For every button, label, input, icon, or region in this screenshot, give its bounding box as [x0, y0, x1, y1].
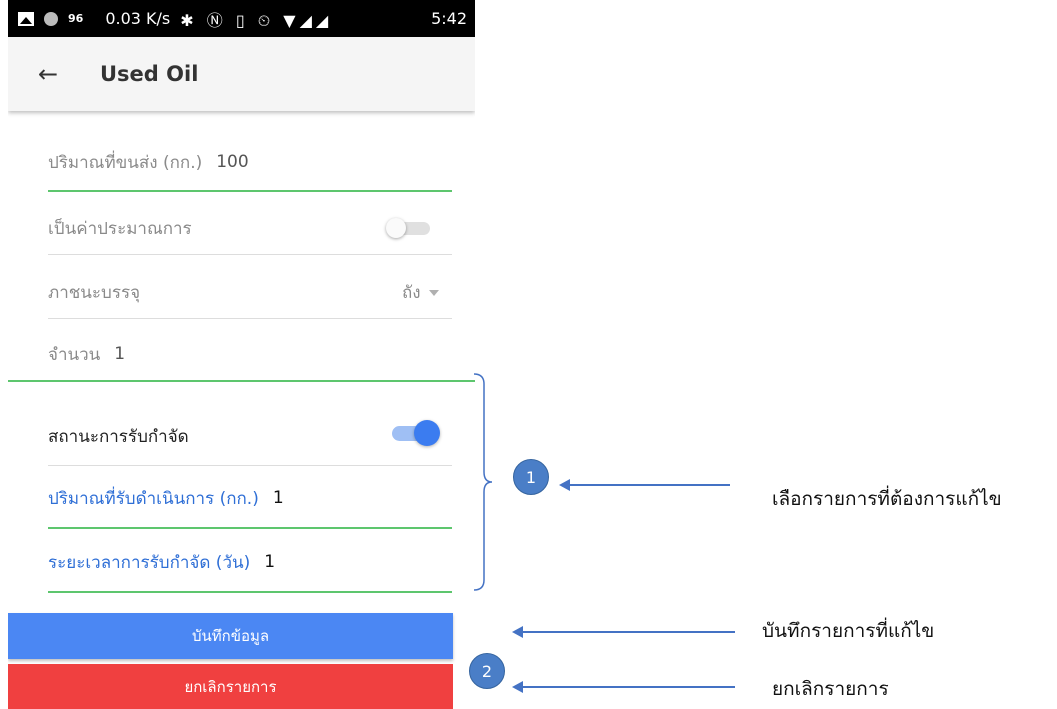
disposal-duration-field[interactable]: ระยะเวลาการรับกำจัด (วัน) 1 [48, 548, 452, 576]
transport-quantity-value[interactable]: 100 [216, 152, 248, 172]
count-label: จำนวน [48, 344, 101, 365]
disposal-status-toggle[interactable] [390, 420, 440, 446]
annotation-cancel-note: ยกเลิกรายการ [772, 678, 889, 700]
app-bar: ← Used Oil [8, 37, 475, 111]
row-divider [48, 318, 452, 319]
disposal-duration-label: ระยะเวลาการรับกำจัด (วัน) [48, 552, 251, 573]
annotation-marker-2: 2 [469, 653, 505, 689]
status-bar: 96 0.03 K/s ✱ Ⓝ ▯ ⏲ ▼◢◢ 5:42 [8, 0, 475, 37]
field-underline [48, 527, 452, 529]
field-underline [48, 190, 452, 192]
transport-quantity-field[interactable]: ปริมาณที่ขนส่ง (กก.) 100 [48, 148, 452, 176]
received-quantity-label: ปริมาณที่รับดำเนินการ (กก.) [48, 488, 259, 509]
dropdown-caret-icon [428, 289, 439, 296]
image-notification-icon [18, 11, 34, 26]
container-selected-value: ถัง [402, 283, 421, 303]
received-quantity-field[interactable]: ปริมาณที่รับดำเนินการ (กก.) 1 [48, 484, 452, 512]
container-row: ภาชนะบรรจุ [48, 278, 452, 306]
annotation-arrow-save [512, 626, 735, 638]
clock: 5:42 [431, 9, 467, 28]
disposal-duration-value[interactable]: 1 [264, 552, 275, 572]
row-divider [48, 465, 452, 466]
received-quantity-value[interactable]: 1 [273, 488, 284, 508]
system-status-icons: ✱ Ⓝ ▯ ⏲ ▼◢◢ [180, 10, 333, 30]
page-title: Used Oil [100, 62, 199, 86]
annotation-select-item-note: เลือกรายการที่ต้องการแก้ไข [772, 488, 1002, 510]
toggle-knob [414, 420, 440, 446]
estimate-label: เป็นค่าประมาณการ [48, 218, 192, 239]
estimate-toggle[interactable] [386, 218, 434, 238]
row-divider [48, 254, 452, 255]
app-notification-icon [44, 11, 58, 26]
section-separator [8, 380, 475, 382]
save-button[interactable]: บันทึกข้อมูล [8, 613, 453, 659]
container-select[interactable]: ถัง [402, 279, 439, 306]
toggle-knob [386, 218, 406, 238]
phone-screen: 96 0.03 K/s ✱ Ⓝ ▯ ⏲ ▼◢◢ 5:42 ← Used Oil … [8, 0, 475, 709]
annotation-bracket [473, 373, 492, 591]
network-speed: 0.03 K/s [105, 9, 171, 28]
field-underline [48, 591, 452, 593]
notification-count: 96 [68, 12, 84, 25]
annotation-arrow-cancel [512, 681, 735, 693]
transport-quantity-label: ปริมาณที่ขนส่ง (กก.) [48, 152, 203, 173]
disposal-status-label: สถานะการรับกำจัด [48, 426, 189, 447]
container-label: ภาชนะบรรจุ [48, 282, 141, 303]
annotation-marker-1: 1 [513, 459, 549, 495]
annotation-arrow-1 [559, 479, 730, 491]
count-field[interactable]: จำนวน 1 [48, 340, 452, 368]
annotation-save-note: บันทึกรายการที่แก้ไข [762, 620, 935, 642]
cancel-button[interactable]: ยกเลิกรายการ [8, 664, 453, 709]
count-value[interactable]: 1 [114, 344, 125, 364]
back-arrow-icon[interactable]: ← [38, 60, 66, 88]
